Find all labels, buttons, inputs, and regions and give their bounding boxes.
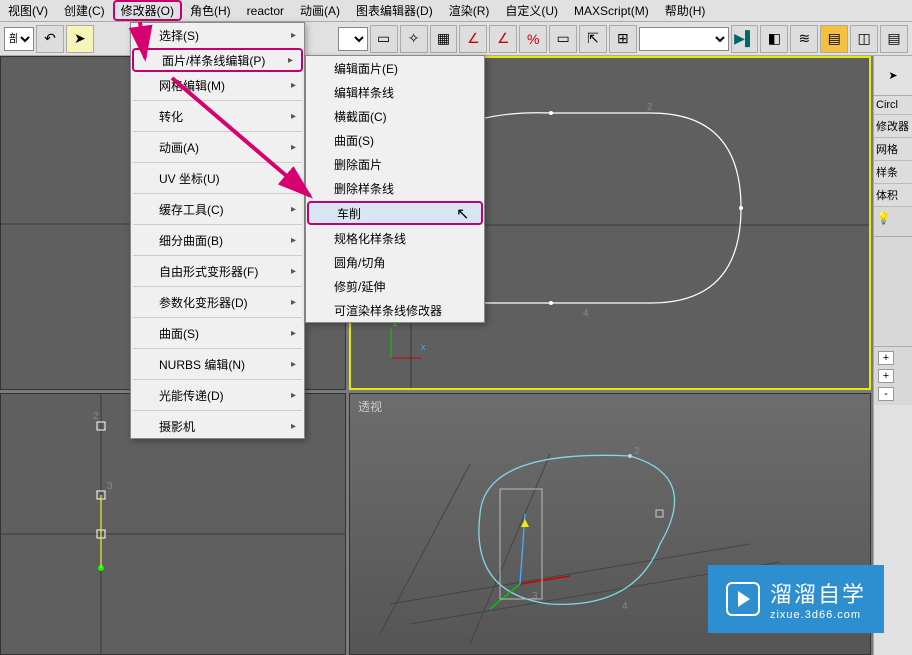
spline-label[interactable]: 样条 [874,161,912,184]
tool-btn-11[interactable]: ◧ [760,25,788,53]
toolbar-selector-left[interactable]: 部 [4,27,34,51]
tool-snap-angle-2[interactable]: ∠ [489,25,517,53]
menu-cache-tools[interactable]: 缓存工具(C)▸ [131,197,304,221]
menu-graph-editors[interactable]: 图表编辑器(D) [348,0,441,21]
select-arrow-button[interactable]: ➤ [66,25,94,53]
tool-btn-14[interactable]: ◫ [850,25,878,53]
menu-free-form-deformers[interactable]: 自由形式变形器(F)▸ [131,259,304,283]
menu-patch-spline-editing[interactable]: 面片/样条线编辑(P)▸ [132,48,303,72]
tool-play-button[interactable]: ▶▌ [731,25,759,53]
submenu-renderable-spline[interactable]: 可渲染样条线修改器 [306,298,484,322]
submenu-delete-spline[interactable]: 删除样条线 [306,176,484,200]
menu-view[interactable]: 视图(V) [0,0,56,21]
tool-snap-percent[interactable]: % [519,25,547,53]
menu-nurbs-editing[interactable]: NURBS 编辑(N)▸ [131,352,304,376]
svg-text:2: 2 [93,411,99,422]
submenu-trim-extend[interactable]: 修剪/延伸 [306,274,484,298]
submenu-fillet-chamfer[interactable]: 圆角/切角 [306,250,484,274]
menu-create[interactable]: 创建(C) [56,0,113,21]
menu-uv-coordinates[interactable]: UV 坐标(U)▸ [131,166,304,190]
minus-button[interactable]: - [878,387,894,401]
menu-help[interactable]: 帮助(H) [657,0,714,21]
submenu-surface[interactable]: 曲面(S) [306,128,484,152]
menu-bar: 视图(V) 创建(C) 修改器(O) 角色(H) reactor 动画(A) 图… [0,0,912,22]
watermark-title: 溜溜自学 [770,582,866,607]
menu-surface[interactable]: 曲面(S)▸ [131,321,304,345]
toolbar-selector-right[interactable] [639,27,729,51]
menu-customize[interactable]: 自定义(U) [497,0,566,21]
menu-character[interactable]: 角色(H) [182,0,239,21]
tool-btn-8[interactable]: ⇱ [579,25,607,53]
lightbulb-icon[interactable]: 💡 [876,211,891,225]
watermark: 溜溜自学 zixue.3d66.com [708,565,884,633]
svg-text:2: 2 [647,102,653,113]
menu-mesh-editing[interactable]: 网格编辑(M)▸ [131,73,304,97]
svg-text:x: x [421,342,426,352]
mesh-label[interactable]: 网格 [874,138,912,161]
menu-conversion[interactable]: 转化▸ [131,104,304,128]
menu-parametric-deformers[interactable]: 参数化变形器(D)▸ [131,290,304,314]
svg-text:4: 4 [622,601,628,612]
svg-text:3: 3 [532,591,538,602]
menu-selection[interactable]: 选择(S)▸ [131,23,304,47]
svg-text:3: 3 [107,481,113,492]
menu-modifiers[interactable]: 修改器(O) [113,0,182,21]
submenu-cross-section[interactable]: 横截面(C) [306,104,484,128]
volume-label[interactable]: 体积 [874,184,912,207]
tool-btn-7[interactable]: ▭ [549,25,577,53]
tool-btn-9[interactable]: ⊞ [609,25,637,53]
plus-button[interactable]: + [878,351,894,365]
svg-text:4: 4 [583,308,589,319]
undo-button[interactable]: ↶ [36,25,64,53]
modifier-list-label[interactable]: 修改器 [874,115,912,138]
submenu-edit-spline[interactable]: 编辑样条线 [306,80,484,104]
tool-btn-3[interactable]: ▦ [430,25,458,53]
menu-subdivision-surfaces[interactable]: 细分曲面(B)▸ [131,228,304,252]
tool-layers-button[interactable]: ≋ [790,25,818,53]
menu-cameras[interactable]: 摄影机▸ [131,414,304,438]
cursor-icon: ↖ [456,204,469,224]
menu-animation[interactable]: 动画(A) [292,0,348,21]
menu-maxscript[interactable]: MAXScript(M) [566,2,657,20]
submenu-edit-patch[interactable]: 编辑面片(E) [306,56,484,80]
menu-radiosity[interactable]: 光能传递(D)▸ [131,383,304,407]
select-arrow-icon[interactable]: ➤ [888,69,897,82]
tool-schematic-button[interactable]: ▤ [820,25,848,53]
watermark-sub: zixue.3d66.com [770,609,866,621]
modifiers-menu: 选择(S)▸ 面片/样条线编辑(P)▸ 网格编辑(M)▸ 转化▸ 动画(A)▸ … [130,22,305,439]
menu-animation-modifiers[interactable]: 动画(A)▸ [131,135,304,159]
play-icon [726,582,760,616]
tool-snap-angle-1[interactable]: ∠ [459,25,487,53]
object-name-field[interactable]: Circl [874,96,912,115]
svg-text:2: 2 [634,446,640,457]
submenu-normalize-spline[interactable]: 规格化样条线 [306,226,484,250]
patch-spline-submenu: 编辑面片(E) 编辑样条线 横截面(C) 曲面(S) 删除面片 删除样条线 车削… [305,55,485,323]
submenu-delete-patch[interactable]: 删除面片 [306,152,484,176]
tool-btn-1[interactable]: ▭ [370,25,398,53]
menu-reactor[interactable]: reactor [239,2,292,20]
tool-btn-2[interactable]: ✧ [400,25,428,53]
tool-btn-15[interactable]: ▤ [880,25,908,53]
plus-button-2[interactable]: + [878,369,894,383]
toolbar-selector-mid[interactable] [338,27,368,51]
menu-render[interactable]: 渲染(R) [441,0,498,21]
